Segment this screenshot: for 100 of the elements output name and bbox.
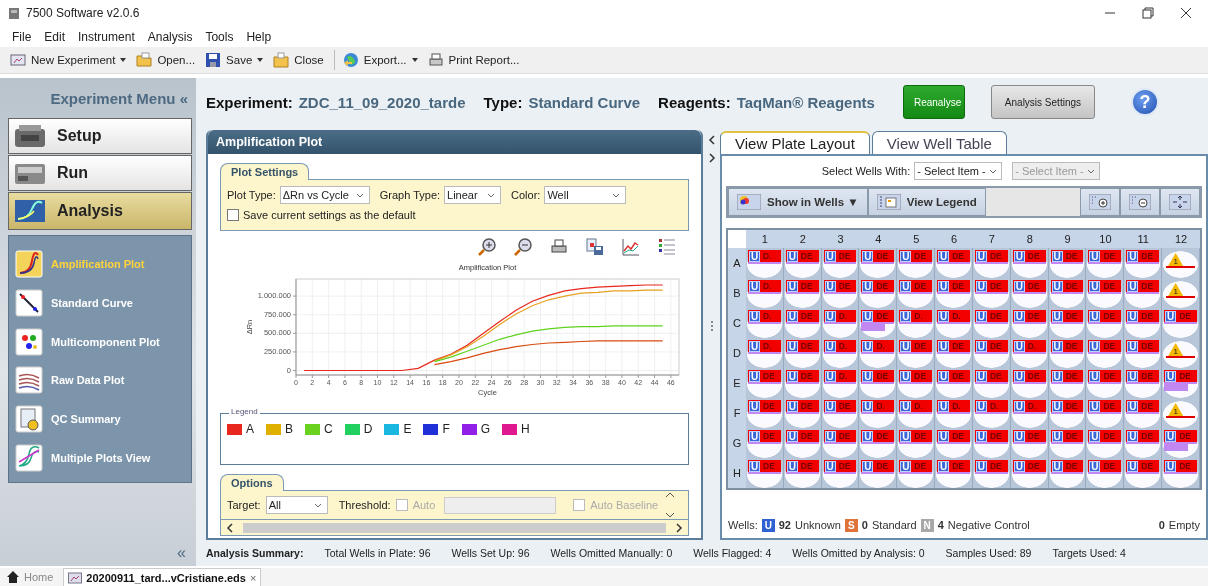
- plate-well[interactable]: U DE: [746, 368, 784, 398]
- plate-well[interactable]: U DE: [935, 278, 973, 308]
- expand-right-icon[interactable]: [706, 152, 717, 164]
- column-header[interactable]: 11: [1124, 230, 1163, 248]
- plate-well[interactable]: U DE: [1162, 368, 1200, 398]
- checkbox[interactable]: [227, 209, 239, 221]
- toolbar-button[interactable]: Save: [205, 50, 264, 70]
- plate-well[interactable]: U DE: [1048, 458, 1087, 488]
- plate-well[interactable]: U DE: [1048, 398, 1087, 428]
- toolbar-button[interactable]: New Experiment: [10, 50, 127, 70]
- row-header[interactable]: C: [728, 308, 746, 338]
- toolbar-button[interactable]: Print Report...: [427, 50, 520, 70]
- plate-well[interactable]: U DE: [821, 398, 860, 428]
- plate-well[interactable]: U DE: [821, 248, 860, 278]
- navigation-item[interactable]: Standard Curve: [15, 288, 187, 318]
- zoom-in-button[interactable]: [1080, 188, 1120, 216]
- toolbar-button[interactable]: Export...: [333, 50, 418, 70]
- column-header[interactable]: 8: [1010, 230, 1049, 248]
- plate-well[interactable]: U DE: [1124, 458, 1163, 488]
- menu-item[interactable]: Help: [246, 28, 272, 45]
- plate-well[interactable]: U DE: [897, 278, 936, 308]
- row-header[interactable]: F: [728, 398, 746, 428]
- plate-well[interactable]: U DE: [783, 428, 822, 458]
- plate-well[interactable]: U DE: [746, 458, 784, 488]
- plate-well[interactable]: U DE: [783, 398, 822, 428]
- column-header[interactable]: 9: [1048, 230, 1087, 248]
- row-header[interactable]: G: [728, 428, 746, 458]
- plate-well[interactable]: U DE: [746, 428, 784, 458]
- plate-well[interactable]: U DE: [859, 308, 898, 338]
- plate-well[interactable]: U DE: [821, 278, 860, 308]
- plate-well[interactable]: U DE: [1124, 368, 1163, 398]
- plate-well[interactable]: U DE: [783, 368, 822, 398]
- plate-well[interactable]: U DE: [1086, 398, 1125, 428]
- plate-well[interactable]: U DE: [1162, 428, 1200, 458]
- plate-well[interactable]: U DE: [1048, 368, 1087, 398]
- plate-well[interactable]: U DE: [935, 338, 973, 368]
- plate-well[interactable]: U D.: [821, 368, 860, 398]
- plate-well[interactable]: U DE: [1086, 278, 1125, 308]
- scroll-right-icon[interactable]: [674, 521, 684, 534]
- section-tab[interactable]: Plot Settings: [220, 163, 310, 180]
- plate-well[interactable]: U D.: [1010, 398, 1049, 428]
- plate-well[interactable]: U D.: [746, 278, 784, 308]
- plate-well[interactable]: U DE: [935, 368, 973, 398]
- scroll-thumb[interactable]: [243, 522, 666, 533]
- navigation-item[interactable]: Multiple Plots View: [15, 443, 187, 473]
- plate-well[interactable]: U DE: [897, 338, 936, 368]
- column-header[interactable]: 10: [1086, 230, 1125, 248]
- plate-well[interactable]: 1: [1162, 278, 1200, 308]
- plate-well[interactable]: U D.: [859, 338, 898, 368]
- plate-well[interactable]: U D.: [821, 308, 860, 338]
- plate-well[interactable]: U DE: [859, 428, 898, 458]
- plate-well[interactable]: U DE: [859, 278, 898, 308]
- tab[interactable]: View Plate Layout: [720, 131, 870, 154]
- line-chart-icon[interactable]: [621, 237, 641, 257]
- plate-well[interactable]: U DE: [783, 278, 822, 308]
- drag-handle-icon[interactable]: [709, 320, 714, 332]
- plate-well[interactable]: U DE: [897, 368, 936, 398]
- column-header[interactable]: 4: [859, 230, 898, 248]
- legend-icon[interactable]: [657, 237, 677, 257]
- plate-well[interactable]: U D.: [973, 398, 1011, 428]
- plate-well[interactable]: 1: [1162, 398, 1200, 428]
- plate-well[interactable]: U DE: [973, 458, 1011, 488]
- plate-well[interactable]: U DE: [897, 458, 936, 488]
- plate-well[interactable]: U DE: [783, 308, 822, 338]
- dropdown[interactable]: Linear: [444, 186, 502, 204]
- dropdown[interactable]: All: [265, 496, 328, 514]
- plate-well[interactable]: U DE: [783, 338, 822, 368]
- help-button[interactable]: ?: [1130, 88, 1159, 116]
- plate-well[interactable]: U DE: [1010, 308, 1049, 338]
- row-header[interactable]: D: [728, 338, 746, 368]
- plate-well[interactable]: U DE: [935, 428, 973, 458]
- dropdown[interactable]: - Select Item -: [914, 162, 1003, 180]
- column-header[interactable]: 6: [935, 230, 973, 248]
- plate-well[interactable]: U DE: [1086, 308, 1125, 338]
- plate-well[interactable]: U DE: [1010, 428, 1049, 458]
- plate-well[interactable]: U DE: [973, 338, 1011, 368]
- plate-well[interactable]: U DE: [1048, 428, 1087, 458]
- row-header[interactable]: H: [728, 458, 746, 488]
- column-header[interactable]: 12: [1162, 230, 1200, 248]
- document-tab[interactable]: Home: [2, 568, 58, 586]
- plate-well[interactable]: U D.: [821, 338, 860, 368]
- navigation-item[interactable]: Raw Data Plot: [15, 366, 187, 395]
- toolbar-button[interactable]: Show in Wells ▼: [728, 188, 868, 216]
- plate-well[interactable]: U DE: [973, 428, 1011, 458]
- plate-well[interactable]: U DE: [1048, 338, 1087, 368]
- plate-well[interactable]: U DE: [897, 248, 936, 278]
- scroll-left-icon[interactable]: [225, 521, 235, 534]
- plate-well[interactable]: 1: [1162, 338, 1200, 368]
- row-header[interactable]: A: [728, 248, 746, 278]
- document-tab[interactable]: 20200911_tard...vCristiane.eds ×: [63, 568, 262, 586]
- plate-well[interactable]: U DE: [935, 458, 973, 488]
- plate-well[interactable]: U DE: [973, 278, 1011, 308]
- plate-well[interactable]: U DE: [1124, 248, 1163, 278]
- close-icon[interactable]: [1180, 7, 1192, 19]
- plate-well[interactable]: U DE: [783, 248, 822, 278]
- fit-button[interactable]: [1160, 188, 1200, 216]
- plate-well[interactable]: U DE: [859, 458, 898, 488]
- plate-well[interactable]: U DE: [1010, 278, 1049, 308]
- row-header[interactable]: E: [728, 368, 746, 398]
- save-image-icon[interactable]: [585, 237, 605, 257]
